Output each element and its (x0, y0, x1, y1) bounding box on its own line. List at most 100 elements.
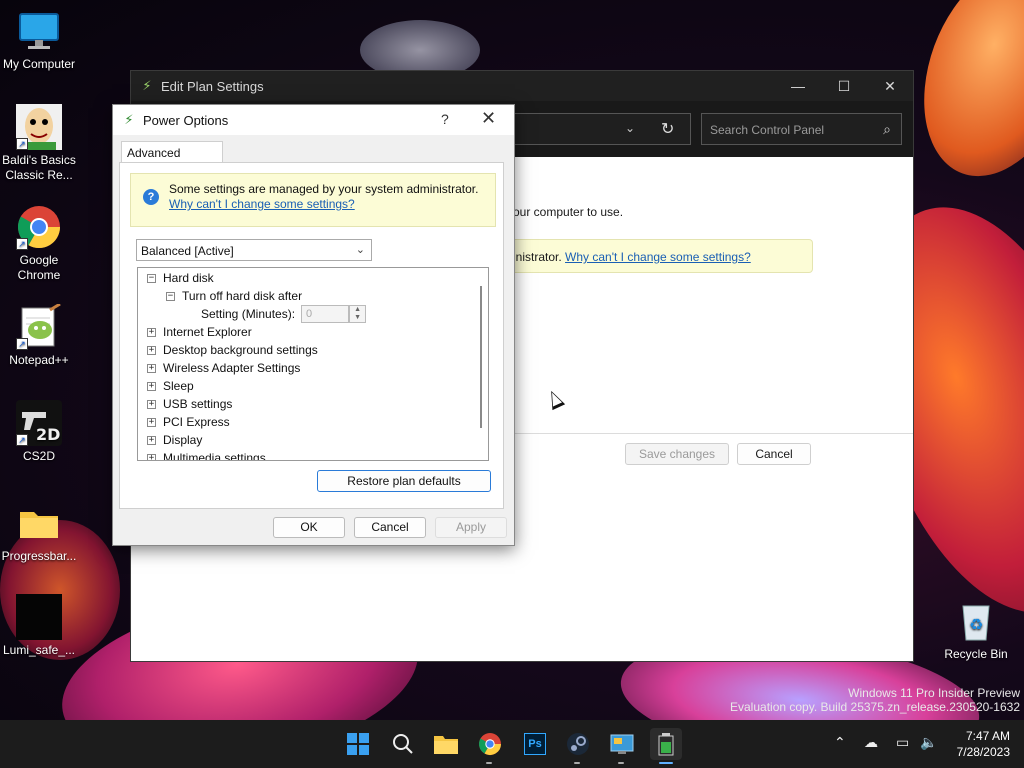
clock-time: 7:47 AM (965, 729, 1010, 743)
expand-icon[interactable]: + (147, 363, 156, 373)
desktop-icon-lumi-safe[interactable]: Lumi_safe_... (0, 594, 78, 658)
chevron-down-icon[interactable]: ⌄ (625, 121, 635, 135)
desktop-icon-baldis-basics[interactable]: ↗ Baldi's Basics Classic Re... (0, 104, 78, 183)
power-options-taskbar-icon[interactable] (650, 728, 682, 764)
desktop-icon-label: My Computer (2, 57, 76, 71)
tree-item-multimedia[interactable]: + Multimedia settings (147, 449, 266, 460)
desktop-icon-recycle-bin[interactable]: ♻ Recycle Bin (936, 598, 1016, 662)
svg-text:2D: 2D (36, 425, 60, 444)
shortcut-arrow-icon: ↗ (16, 338, 28, 350)
notepad-plus-plus-icon: ↗ (16, 302, 62, 350)
expand-icon[interactable]: + (147, 417, 156, 427)
expand-icon[interactable]: + (147, 399, 156, 409)
save-changes-button[interactable]: Save changes (625, 443, 729, 465)
chrome-icon[interactable] (474, 728, 506, 764)
tree-item-internet-explorer[interactable]: + Internet Explorer (147, 323, 252, 341)
info-icon: ? (143, 189, 159, 205)
desktop-icon-notepad-plus-plus[interactable]: ↗ Notepad++ (0, 302, 78, 368)
advanced-settings-panel: ? Some settings are managed by your syst… (119, 162, 504, 509)
expand-icon[interactable]: + (147, 453, 156, 460)
settings-tree[interactable]: − Hard disk − Turn off hard disk after S… (137, 267, 489, 461)
tree-item-turn-off-hard-disk[interactable]: − Turn off hard disk after (166, 287, 302, 305)
svg-text:♻: ♻ (969, 615, 983, 634)
search-icon[interactable] (387, 728, 419, 760)
admin-notice: inistrator. Why can't I change some sett… (513, 239, 813, 273)
cancel-button[interactable]: Cancel (354, 517, 426, 538)
desktop-icon-google-chrome[interactable]: ↗ Google Chrome (0, 204, 78, 283)
restore-plan-defaults-button[interactable]: Restore plan defaults (317, 470, 491, 492)
tree-item-display[interactable]: + Display (147, 431, 202, 449)
shortcut-arrow-icon: ↗ (16, 138, 28, 150)
window-title: Edit Plan Settings (161, 78, 264, 94)
tab-advanced-settings[interactable]: Advanced settings (121, 141, 223, 174)
tree-scrollbar[interactable] (480, 286, 482, 428)
cs2d-icon: 2D ↗ (16, 400, 62, 446)
desktop-icon-label: Baldi's Basics Classic Re... (2, 153, 76, 182)
tree-item-wireless-adapter[interactable]: + Wireless Adapter Settings (147, 359, 300, 377)
search-icon[interactable]: ⌕ (883, 121, 891, 138)
collapse-icon[interactable]: − (166, 291, 175, 301)
tree-item-hard-disk[interactable]: − Hard disk (147, 269, 214, 287)
desktop-icon-label: Notepad++ (9, 353, 69, 367)
search-input[interactable]: Search Control Panel ⌕ (701, 113, 902, 145)
plan-dropdown[interactable]: Balanced [Active] ⌄ (136, 239, 372, 261)
minimize-button[interactable]: — (775, 71, 821, 101)
collapse-icon[interactable]: − (147, 273, 156, 283)
control-panel-icon[interactable] (606, 728, 638, 764)
baldi-face-icon: ↗ (16, 104, 62, 150)
file-explorer-icon[interactable] (430, 728, 462, 760)
system-clock[interactable]: 7:47 AM 7/28/2023 (957, 728, 1010, 760)
refresh-icon[interactable]: ↻ (661, 119, 674, 139)
shortcut-arrow-icon: ↗ (16, 238, 28, 250)
recycle-bin-icon: ♻ (953, 598, 999, 644)
start-icon[interactable] (342, 728, 374, 760)
tree-item-pci-express[interactable]: + PCI Express (147, 413, 230, 431)
help-button[interactable]: ? (441, 111, 449, 127)
desktop-icon-my-computer[interactable]: My Computer (0, 8, 78, 72)
expand-icon[interactable]: + (147, 435, 156, 445)
desktop-icon-progressbar[interactable]: Progressbar... (0, 500, 78, 564)
tree-item-setting-minutes: Setting (Minutes): 0 ▲ ▼ (201, 305, 367, 323)
desktop-icon-label: Google Chrome (17, 253, 61, 282)
desktop-icon-label: Progressbar... (1, 549, 77, 563)
tree-item-sleep[interactable]: + Sleep (147, 377, 194, 395)
steam-icon[interactable] (562, 728, 594, 764)
plan-description: our computer to use. (513, 205, 624, 219)
admin-notice-link[interactable]: Why can't I change some settings? (565, 250, 751, 264)
expand-icon[interactable]: + (147, 327, 156, 337)
expand-icon[interactable]: + (147, 345, 156, 355)
maximize-button[interactable]: ☐ (821, 71, 867, 101)
shortcut-arrow-icon: ↗ (16, 434, 28, 446)
running-indicator (574, 762, 580, 764)
minutes-stepper[interactable]: 0 (301, 305, 350, 323)
apply-button[interactable]: Apply (435, 517, 507, 538)
cloud-offline-icon[interactable]: ☁ (864, 734, 878, 751)
close-button[interactable]: ✕ (481, 108, 496, 129)
search-placeholder: Search Control Panel (710, 123, 825, 137)
taskbar: Ps ⌃ ☁ ▭ 🔈 7:47 AM 7/28/2023 (0, 720, 1024, 768)
tree-item-usb[interactable]: + USB settings (147, 395, 232, 413)
cancel-button[interactable]: Cancel (737, 443, 811, 465)
power-options-dialog: ⚡ Power Options ? ✕ Advanced settings ? … (112, 104, 515, 546)
chevron-down-icon: ⌄ (355, 244, 365, 256)
ok-button[interactable]: OK (273, 517, 345, 538)
monitor-icon (16, 8, 62, 54)
dialog-titlebar[interactable]: ⚡ Power Options (113, 105, 514, 135)
chevron-up-icon[interactable]: ⌃ (834, 734, 846, 751)
network-icon[interactable]: ▭ (896, 734, 909, 751)
window-titlebar[interactable]: ⚡ Edit Plan Settings — ☐ ✕ (131, 71, 913, 101)
build-watermark: Windows 11 Pro Insider Preview Evaluatio… (730, 686, 1020, 714)
desktop-icon-cs2d[interactable]: 2D ↗ CS2D (0, 400, 78, 464)
close-button[interactable]: ✕ (867, 71, 913, 101)
desktop-icon-label: Lumi_safe_... (2, 643, 76, 657)
admin-info-box: ? Some settings are managed by your syst… (130, 173, 496, 227)
stepper-arrows-icon[interactable]: ▲ ▼ (349, 305, 367, 323)
tree-item-desktop-background[interactable]: + Desktop background settings (147, 341, 318, 359)
expand-icon[interactable]: + (147, 381, 156, 391)
desktop-icon-label: Recycle Bin (944, 647, 1008, 661)
admin-notice-text: inistrator. (513, 250, 562, 264)
divider (513, 433, 913, 434)
volume-icon[interactable]: 🔈 (920, 734, 937, 751)
photoshop-icon[interactable]: Ps (519, 728, 551, 760)
info-link[interactable]: Why can't I change some settings? (169, 197, 495, 212)
